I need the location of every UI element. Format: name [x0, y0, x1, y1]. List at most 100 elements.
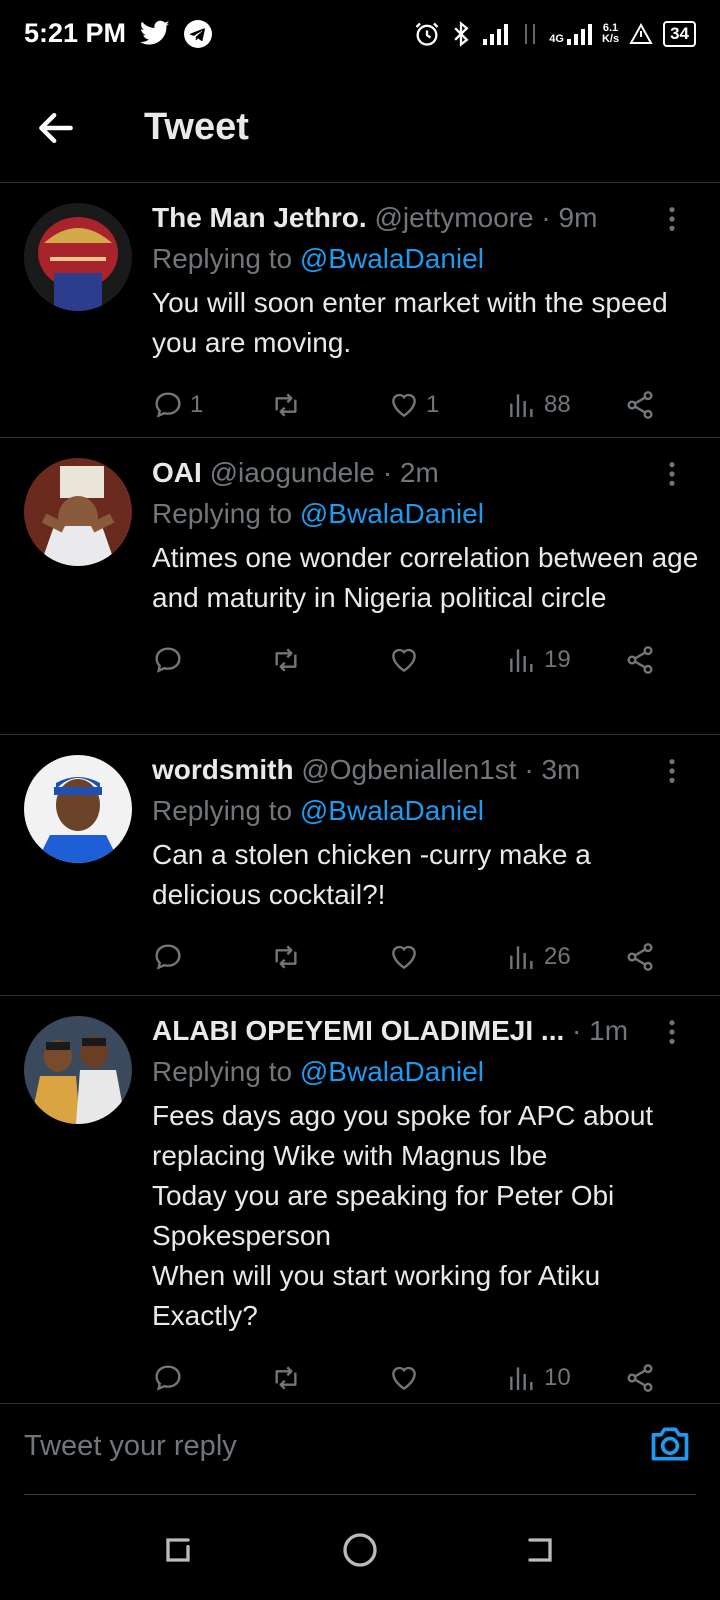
reply-button[interactable]: 1 [152, 389, 203, 421]
status-left-icons [140, 20, 212, 48]
timestamp: · 9m [541, 202, 598, 233]
tweet-text: Atimes one wonder correlation between ag… [152, 542, 699, 613]
reply-icon [155, 1365, 181, 1391]
mention-link[interactable]: @BwalaDaniel [300, 498, 484, 529]
heart-icon [392, 393, 416, 418]
tweet-actions: 19 [152, 632, 700, 700]
retweet-button[interactable] [270, 644, 308, 676]
views-button[interactable]: 88 [506, 389, 571, 421]
user-handle[interactable]: @jettymoore [374, 202, 533, 233]
reply-button[interactable] [152, 1362, 190, 1394]
back-icon[interactable] [520, 1530, 560, 1570]
replying-to: Replying to @BwalaDaniel [152, 1056, 484, 1087]
tweet-item[interactable]: The Man Jethro. @jettymoore · 9m Replyin… [0, 183, 720, 438]
recent-apps-icon[interactable] [158, 1530, 198, 1570]
home-icon[interactable] [340, 1530, 380, 1570]
display-name[interactable]: The Man Jethro. [152, 202, 367, 233]
back-arrow-icon[interactable] [34, 106, 78, 150]
replying-to: Replying to @BwalaDaniel [152, 498, 484, 529]
mention-link[interactable]: @BwalaDaniel [300, 795, 484, 826]
like-button[interactable] [388, 1362, 426, 1394]
system-nav-bar [0, 1496, 720, 1600]
reply-button[interactable] [152, 941, 190, 973]
reply-feed[interactable]: The Man Jethro. @jettymoore · 9m Replyin… [0, 183, 720, 1403]
tweet-item[interactable]: OAI @iaogundele · 2m Replying to @BwalaD… [0, 438, 720, 735]
mention-link[interactable]: @BwalaDaniel [300, 1056, 484, 1087]
timestamp: · 3m [524, 754, 581, 785]
retweet-button[interactable] [270, 389, 308, 421]
reply-input[interactable]: Tweet your reply [24, 1430, 237, 1463]
display-name[interactable]: ALABI OPEYEMI OLADIMEJI ... [152, 1015, 564, 1046]
data-transfer-icon [525, 24, 536, 44]
share-button[interactable] [624, 644, 656, 676]
tweet-actions: 10 [152, 1350, 700, 1403]
user-handle[interactable]: @Ogbeniallen1st [301, 754, 516, 785]
views-bar-chart-icon [510, 946, 533, 969]
avatar[interactable] [24, 1016, 132, 1124]
share-button[interactable] [624, 1362, 656, 1394]
tweet-item[interactable]: ALABI OPEYEMI OLADIMEJI ... · 1m Replyin… [0, 996, 720, 1403]
more-options-icon[interactable] [658, 460, 686, 488]
avatar[interactable] [24, 755, 132, 863]
views-button[interactable]: 10 [506, 1362, 571, 1394]
signal-icon [483, 24, 509, 45]
share-icon [627, 1364, 653, 1392]
more-options-icon[interactable] [658, 205, 686, 233]
replying-to: Replying to @BwalaDaniel [152, 243, 484, 274]
retweet-button[interactable] [270, 941, 308, 973]
like-button[interactable] [388, 941, 426, 973]
camera-icon[interactable] [648, 1422, 692, 1466]
views-bar-chart-icon [510, 394, 533, 417]
display-name[interactable]: wordsmith [152, 754, 294, 785]
status-time: 5:21 PM [24, 18, 127, 48]
tweet-header: OAI @iaogundele · 2m [152, 454, 700, 492]
avatar[interactable] [24, 203, 132, 311]
share-button[interactable] [624, 389, 656, 421]
mention-link[interactable]: @BwalaDaniel [300, 243, 484, 274]
views-button[interactable]: 19 [506, 644, 571, 676]
view-count: 10 [544, 1364, 571, 1391]
reply-button[interactable] [152, 644, 190, 676]
telegram-icon [184, 20, 212, 48]
tweet-actions: 26 [152, 929, 700, 997]
tweet-actions: 1 1 88 [152, 377, 700, 445]
tweet-header: ALABI OPEYEMI OLADIMEJI ... · 1m [152, 1012, 700, 1050]
more-options-icon[interactable] [658, 1018, 686, 1046]
more-options-icon[interactable] [658, 757, 686, 785]
views-button[interactable]: 26 [506, 941, 571, 973]
reply-icon [155, 647, 181, 673]
retweet-icon [275, 1366, 297, 1390]
like-button[interactable]: 1 [388, 389, 439, 421]
twitter-icon [140, 20, 170, 45]
network-speed: 6.1 K/s [601, 22, 620, 45]
replying-to: Replying to @BwalaDaniel [152, 795, 484, 826]
reply-composer[interactable]: Tweet your reply [0, 1403, 720, 1495]
retweet-button[interactable] [270, 1362, 308, 1394]
display-name[interactable]: OAI [152, 457, 202, 488]
share-icon [627, 943, 653, 971]
battery-indicator: 34 [663, 21, 696, 47]
reply-icon [155, 944, 181, 970]
page-title: Tweet [144, 106, 249, 148]
user-handle[interactable]: @iaogundele [210, 457, 375, 488]
reply-count: 1 [190, 391, 204, 418]
warning-icon [629, 23, 653, 44]
tweet-header: The Man Jethro. @jettymoore · 9m [152, 199, 700, 237]
like-button[interactable] [388, 644, 426, 676]
alarm-icon [415, 22, 439, 46]
tweet-text: Can a stolen chicken -curry make a delic… [152, 839, 591, 910]
retweet-icon [275, 393, 297, 417]
bluetooth-icon [454, 21, 469, 47]
avatar[interactable] [24, 458, 132, 566]
tweet-text: Fees days ago you spoke for APC about re… [152, 1100, 654, 1331]
tweet-item[interactable]: wordsmith @Ogbeniallen1st · 3m Replying … [0, 735, 720, 996]
heart-icon [392, 648, 416, 673]
status-bar: 5:21 PM 4G 6.1 K/s 34 [0, 0, 720, 72]
retweet-icon [275, 648, 297, 672]
share-button[interactable] [624, 941, 656, 973]
share-icon [627, 646, 653, 674]
view-count: 26 [544, 943, 571, 970]
reply-underline [24, 1494, 696, 1495]
top-app-bar: Tweet [0, 72, 720, 183]
status-right-icons: 4G 6.1 K/s 34 [413, 20, 696, 48]
